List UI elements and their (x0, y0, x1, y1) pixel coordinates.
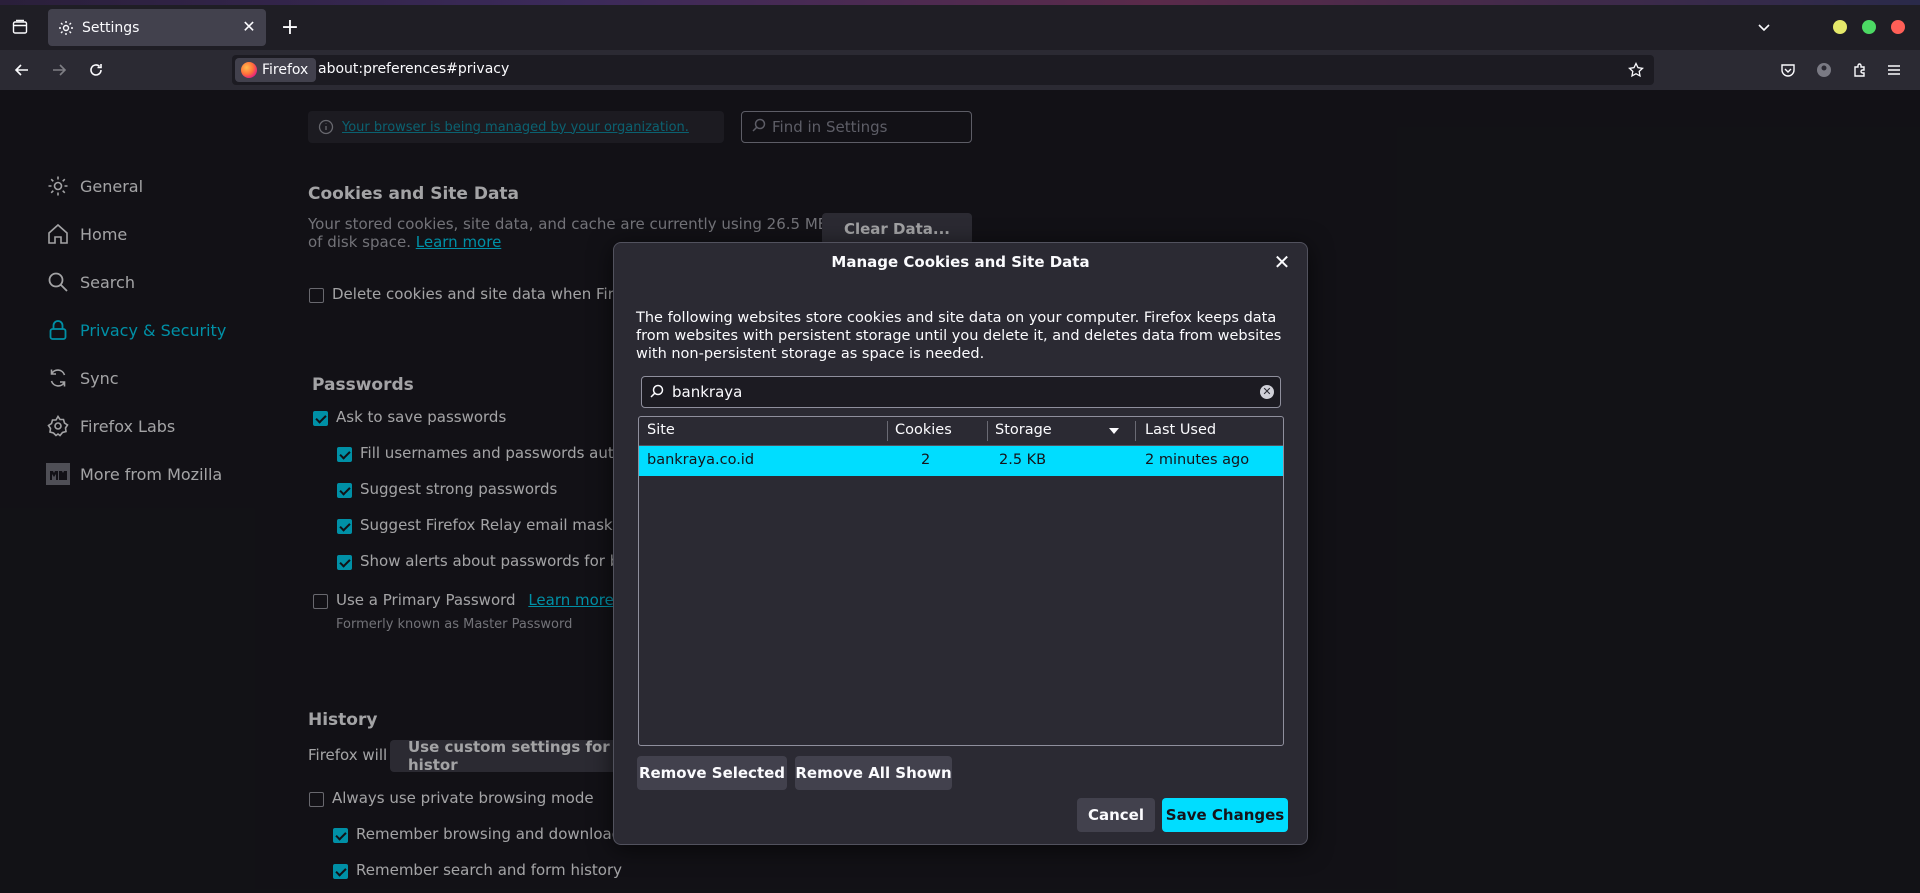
chevron-down-icon[interactable] (1750, 13, 1778, 41)
tab-settings[interactable]: Settings ✕ (48, 9, 266, 46)
search-icon (650, 384, 666, 400)
column-header-last-used[interactable]: Last Used (1145, 422, 1216, 438)
forward-arrow-icon[interactable] (45, 56, 73, 84)
maximize-window-button[interactable] (1862, 20, 1876, 34)
clear-search-icon[interactable]: ✕ (1260, 385, 1274, 399)
column-header-storage[interactable]: Storage (995, 422, 1052, 438)
table-header: Site Cookies Storage Last Used (639, 417, 1283, 446)
tab-title: Settings (82, 19, 140, 36)
cell-site: bankraya.co.id (647, 452, 755, 468)
cell-last-used: 2 minutes ago (1145, 452, 1250, 468)
bookmark-star-icon[interactable] (1628, 61, 1644, 82)
site-search-value: bankraya (672, 383, 743, 401)
pocket-icon[interactable] (1774, 56, 1802, 84)
firefox-view-icon[interactable] (6, 13, 34, 41)
manage-cookies-dialog: Manage Cookies and Site Data ✕ The follo… (613, 242, 1308, 845)
column-header-cookies[interactable]: Cookies (895, 422, 952, 438)
extensions-puzzle-icon[interactable] (1846, 56, 1874, 84)
close-window-button[interactable] (1891, 20, 1905, 34)
remove-all-shown-button[interactable]: Remove All Shown (795, 756, 952, 790)
close-tab-icon[interactable]: ✕ (240, 18, 258, 36)
firefox-logo-icon (241, 62, 257, 78)
app-menu-hamburger-icon[interactable] (1880, 56, 1908, 84)
save-changes-button[interactable]: Save Changes (1162, 798, 1288, 832)
tab-bar: Settings ✕ + (0, 5, 1920, 50)
column-divider[interactable] (887, 421, 888, 441)
minimize-window-button[interactable] (1833, 20, 1847, 34)
reload-icon[interactable] (82, 56, 110, 84)
dialog-description: The following websites store cookies and… (636, 310, 1282, 362)
sites-table: Site Cookies Storage Last Used bankraya.… (638, 416, 1284, 746)
column-header-site[interactable]: Site (647, 422, 675, 438)
cell-cookies: 2 (921, 452, 931, 468)
back-arrow-icon[interactable] (8, 56, 36, 84)
url-text[interactable]: about:preferences#privacy (318, 61, 509, 77)
cancel-button[interactable]: Cancel (1077, 798, 1155, 832)
close-icon[interactable]: ✕ (1271, 251, 1293, 273)
remove-selected-button[interactable]: Remove Selected (637, 756, 787, 790)
dialog-title: Manage Cookies and Site Data (831, 253, 1090, 271)
column-divider[interactable] (1135, 421, 1136, 441)
account-avatar-icon[interactable] (1810, 56, 1838, 84)
identity-badge[interactable]: Firefox (235, 58, 317, 82)
table-row[interactable]: bankraya.co.id 2 2.5 KB 2 minutes ago (639, 446, 1283, 476)
cell-storage: 2.5 KB (999, 452, 1047, 468)
url-bar[interactable]: Firefox about:preferences#privacy (232, 55, 1654, 85)
new-tab-button[interactable]: + (276, 13, 304, 41)
navigation-toolbar: Firefox about:preferences#privacy (0, 50, 1920, 90)
gear-icon (58, 20, 74, 36)
identity-label: Firefox (262, 62, 309, 78)
column-divider[interactable] (987, 421, 988, 441)
site-search-input[interactable]: bankraya ✕ (641, 376, 1281, 408)
sort-descending-icon (1109, 428, 1119, 434)
